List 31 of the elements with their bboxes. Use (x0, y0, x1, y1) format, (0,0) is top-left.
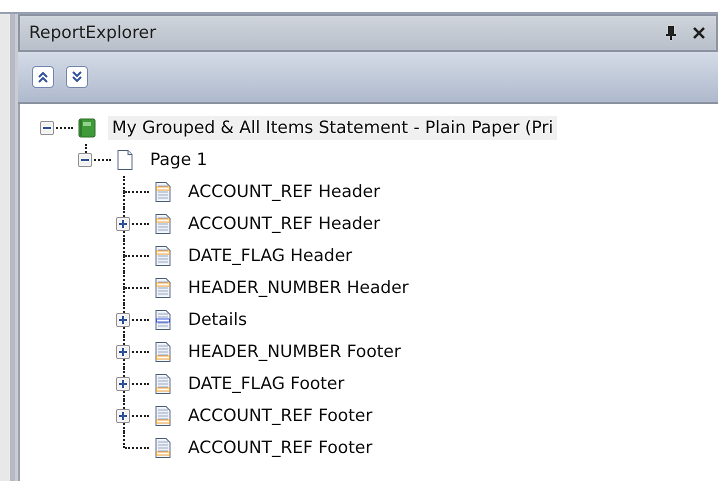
pin-icon (665, 25, 677, 41)
close-icon (693, 27, 705, 39)
expand-button[interactable] (116, 217, 130, 231)
tree-item[interactable]: Details (184, 308, 251, 332)
tree-item[interactable]: HEADER_NUMBER Footer (184, 340, 405, 364)
book-icon (76, 117, 98, 139)
plus-icon (118, 379, 128, 389)
expand-button[interactable] (116, 313, 130, 327)
tree-item[interactable]: ACCOUNT_REF Footer (184, 404, 376, 428)
plus-icon (118, 219, 128, 229)
tree-item[interactable]: ACCOUNT_REF Footer (184, 436, 376, 460)
plus-icon (118, 315, 128, 325)
collapse-all-button[interactable] (32, 66, 54, 88)
expand-button[interactable] (116, 377, 130, 391)
collapse-button[interactable] (78, 153, 92, 167)
collapse-button[interactable] (40, 121, 54, 135)
expand-button[interactable] (116, 345, 130, 359)
plus-icon (118, 411, 128, 421)
tree-item[interactable]: Page 1 (146, 148, 212, 172)
tree-item[interactable]: ACCOUNT_REF Header (184, 212, 384, 236)
tree-item[interactable]: ACCOUNT_REF Header (184, 180, 384, 204)
tree-item[interactable]: DATE_FLAG Footer (184, 372, 348, 396)
panel-title: ReportExplorer (29, 23, 158, 43)
tree-item[interactable]: My Grouped & All Items Statement - Plain Paper (Pri (108, 116, 558, 140)
expand-all-button[interactable] (66, 66, 88, 88)
double-chevron-up-icon (36, 70, 50, 84)
expand-button[interactable] (116, 409, 130, 423)
double-chevron-down-icon (70, 70, 84, 84)
tree-item[interactable]: HEADER_NUMBER Header (184, 276, 413, 300)
plus-icon (118, 347, 128, 357)
tree-item[interactable]: DATE_FLAG Header (184, 244, 356, 268)
